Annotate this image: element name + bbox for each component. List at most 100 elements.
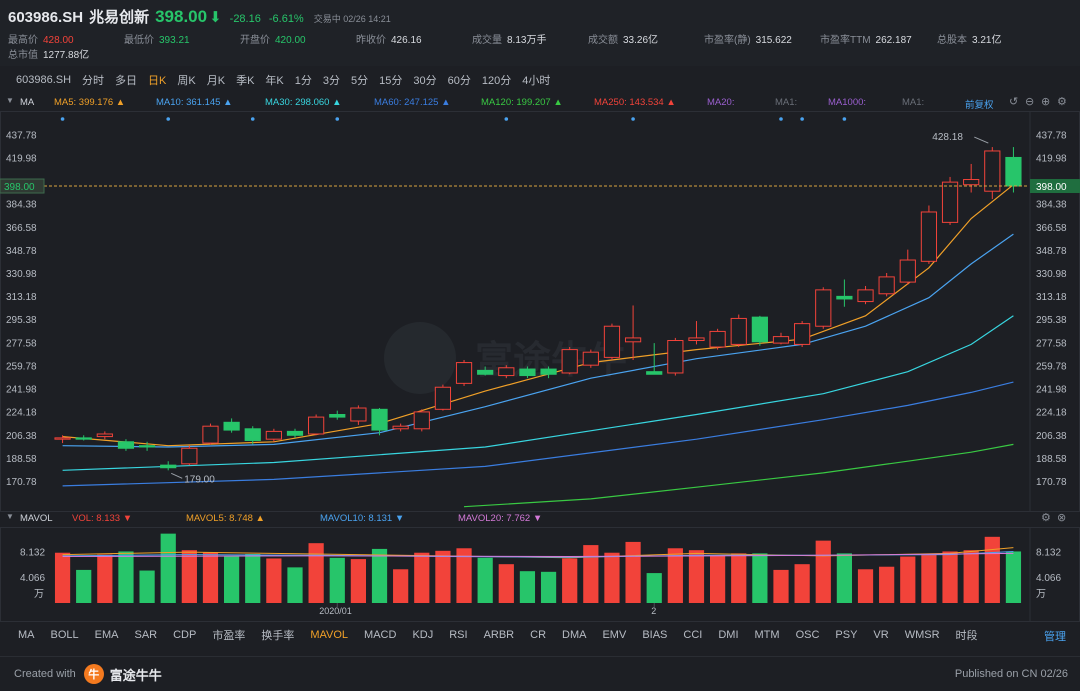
indicator-tab-12[interactable]: CR bbox=[530, 629, 546, 641]
indicator-tab-7[interactable]: MAVOL bbox=[310, 629, 348, 641]
price-tick-label: 330.98 bbox=[1036, 269, 1067, 280]
event-marker-dot bbox=[843, 117, 847, 121]
indicator-tab-15[interactable]: BIAS bbox=[642, 629, 667, 641]
indicator-tab-4[interactable]: CDP bbox=[173, 629, 196, 641]
indicator-tab-22[interactable]: WMSR bbox=[905, 629, 940, 641]
indicator-tab-19[interactable]: OSC bbox=[796, 629, 820, 641]
candle-body bbox=[309, 417, 324, 434]
event-marker-dot bbox=[631, 117, 635, 121]
candle-body bbox=[97, 434, 112, 437]
high-marker-line bbox=[974, 137, 988, 143]
price-panel-frame bbox=[1, 112, 1080, 512]
volume-bar bbox=[942, 551, 957, 603]
volume-bar bbox=[816, 541, 831, 603]
volume-bar bbox=[858, 569, 873, 603]
price-tick-label-left: 384.38 bbox=[6, 200, 37, 211]
candle-body bbox=[245, 429, 260, 441]
volume-bar bbox=[541, 572, 556, 603]
low-price-label: 179.00 bbox=[184, 474, 215, 485]
candle-body bbox=[816, 290, 831, 326]
candle-body bbox=[921, 212, 936, 261]
volume-bar bbox=[520, 571, 535, 603]
price-tick-label-left: 170.78 bbox=[6, 477, 37, 488]
manage-button[interactable]: 管理 bbox=[1044, 628, 1066, 644]
volume-bar bbox=[182, 550, 197, 603]
candle-body bbox=[203, 426, 218, 443]
candle-body bbox=[583, 352, 598, 365]
candle-body bbox=[879, 277, 894, 294]
event-marker-dot bbox=[505, 117, 509, 121]
candle-body bbox=[625, 338, 640, 342]
indicator-tab-10[interactable]: RSI bbox=[449, 629, 467, 641]
indicator-tab-14[interactable]: EMV bbox=[602, 629, 626, 641]
candle-body bbox=[499, 368, 514, 376]
indicator-tab-23[interactable]: 时段 bbox=[956, 627, 978, 643]
indicator-tab-18[interactable]: MTM bbox=[755, 629, 780, 641]
price-tick-label-left: 224.18 bbox=[6, 408, 37, 419]
candle-body bbox=[731, 318, 746, 344]
candle-body bbox=[139, 446, 154, 447]
indicator-tab-2[interactable]: EMA bbox=[95, 629, 119, 641]
futu-logo-icon: 牛 bbox=[84, 664, 104, 684]
candle-body bbox=[773, 337, 788, 343]
candle-body bbox=[414, 412, 429, 429]
indicator-tab-20[interactable]: PSY bbox=[835, 629, 857, 641]
indicator-tab-1[interactable]: BOLL bbox=[51, 629, 79, 641]
price-tick-label-left: 277.58 bbox=[6, 338, 37, 349]
brand-name: 富途牛牛 bbox=[110, 665, 162, 684]
indicator-tab-0[interactable]: MA bbox=[18, 629, 35, 641]
candle-body bbox=[224, 422, 239, 430]
volume-bar bbox=[647, 573, 662, 603]
price-tick-label: 366.58 bbox=[1036, 223, 1067, 234]
indicator-tab-21[interactable]: VR bbox=[873, 629, 888, 641]
indicator-tabs: MA BOLL EMA SAR CDP 市盈率换手率 MAVOL MACD KDJ RSI ARBR… bbox=[0, 625, 1080, 645]
event-marker-dot bbox=[779, 117, 783, 121]
candlestick-chart[interactable]: 富途牛牛437.78437.78419.98419.98384.38384.38… bbox=[0, 0, 1080, 625]
candle-body bbox=[287, 431, 302, 435]
indicator-tab-17[interactable]: DMI bbox=[718, 629, 738, 641]
volume-bar bbox=[414, 553, 429, 603]
indicator-tab-11[interactable]: ARBR bbox=[484, 629, 515, 641]
candle-body bbox=[266, 431, 281, 439]
volume-bar bbox=[309, 543, 324, 603]
current-price-label-left: 398.00 bbox=[4, 182, 35, 193]
indicator-tab-13[interactable]: DMA bbox=[562, 629, 586, 641]
candle-body bbox=[837, 296, 852, 299]
price-tick-label: 259.78 bbox=[1036, 361, 1067, 372]
volume-bar bbox=[372, 549, 387, 603]
indicator-tab-9[interactable]: KDJ bbox=[412, 629, 433, 641]
candle-body bbox=[55, 438, 70, 439]
volume-bar bbox=[351, 559, 366, 603]
candle-body bbox=[752, 317, 767, 342]
event-marker-dot bbox=[61, 117, 65, 121]
indicator-tab-5[interactable]: 市盈率 bbox=[212, 627, 245, 643]
price-tick-label-left: 241.98 bbox=[6, 385, 37, 396]
candle-body bbox=[647, 372, 662, 375]
indicator-tab-8[interactable]: MACD bbox=[364, 629, 396, 641]
indicator-tab-16[interactable]: CCI bbox=[683, 629, 702, 641]
volume-bar bbox=[393, 569, 408, 603]
event-marker-dot bbox=[800, 117, 804, 121]
volume-bar bbox=[97, 555, 112, 603]
published-text: Published on CN 02/26 bbox=[955, 668, 1068, 680]
price-tick-label-left: 366.58 bbox=[6, 223, 37, 234]
indicator-tab-6[interactable]: 换手率 bbox=[261, 627, 294, 643]
ma-line-ma120 bbox=[464, 444, 1013, 506]
volume-bar bbox=[203, 552, 218, 603]
price-tick-label: 348.78 bbox=[1036, 246, 1067, 257]
price-tick-label: 277.58 bbox=[1036, 338, 1067, 349]
date-label: 2020/01 bbox=[319, 606, 352, 616]
footer: Created with 牛 富途牛牛 Published on CN 02/2… bbox=[0, 656, 1080, 691]
volume-bar bbox=[118, 551, 133, 603]
volume-bar bbox=[710, 555, 725, 603]
volume-bar bbox=[224, 557, 239, 603]
event-marker-dot bbox=[251, 117, 255, 121]
indicator-tab-3[interactable]: SAR bbox=[134, 629, 157, 641]
volume-bar bbox=[55, 553, 70, 603]
price-tick-label: 170.78 bbox=[1036, 477, 1067, 488]
candle-body bbox=[435, 387, 450, 409]
candle-body bbox=[900, 260, 915, 282]
candle-body bbox=[393, 426, 408, 429]
watermark-logo-icon bbox=[384, 322, 456, 394]
price-tick-label-left: 206.38 bbox=[6, 431, 37, 442]
